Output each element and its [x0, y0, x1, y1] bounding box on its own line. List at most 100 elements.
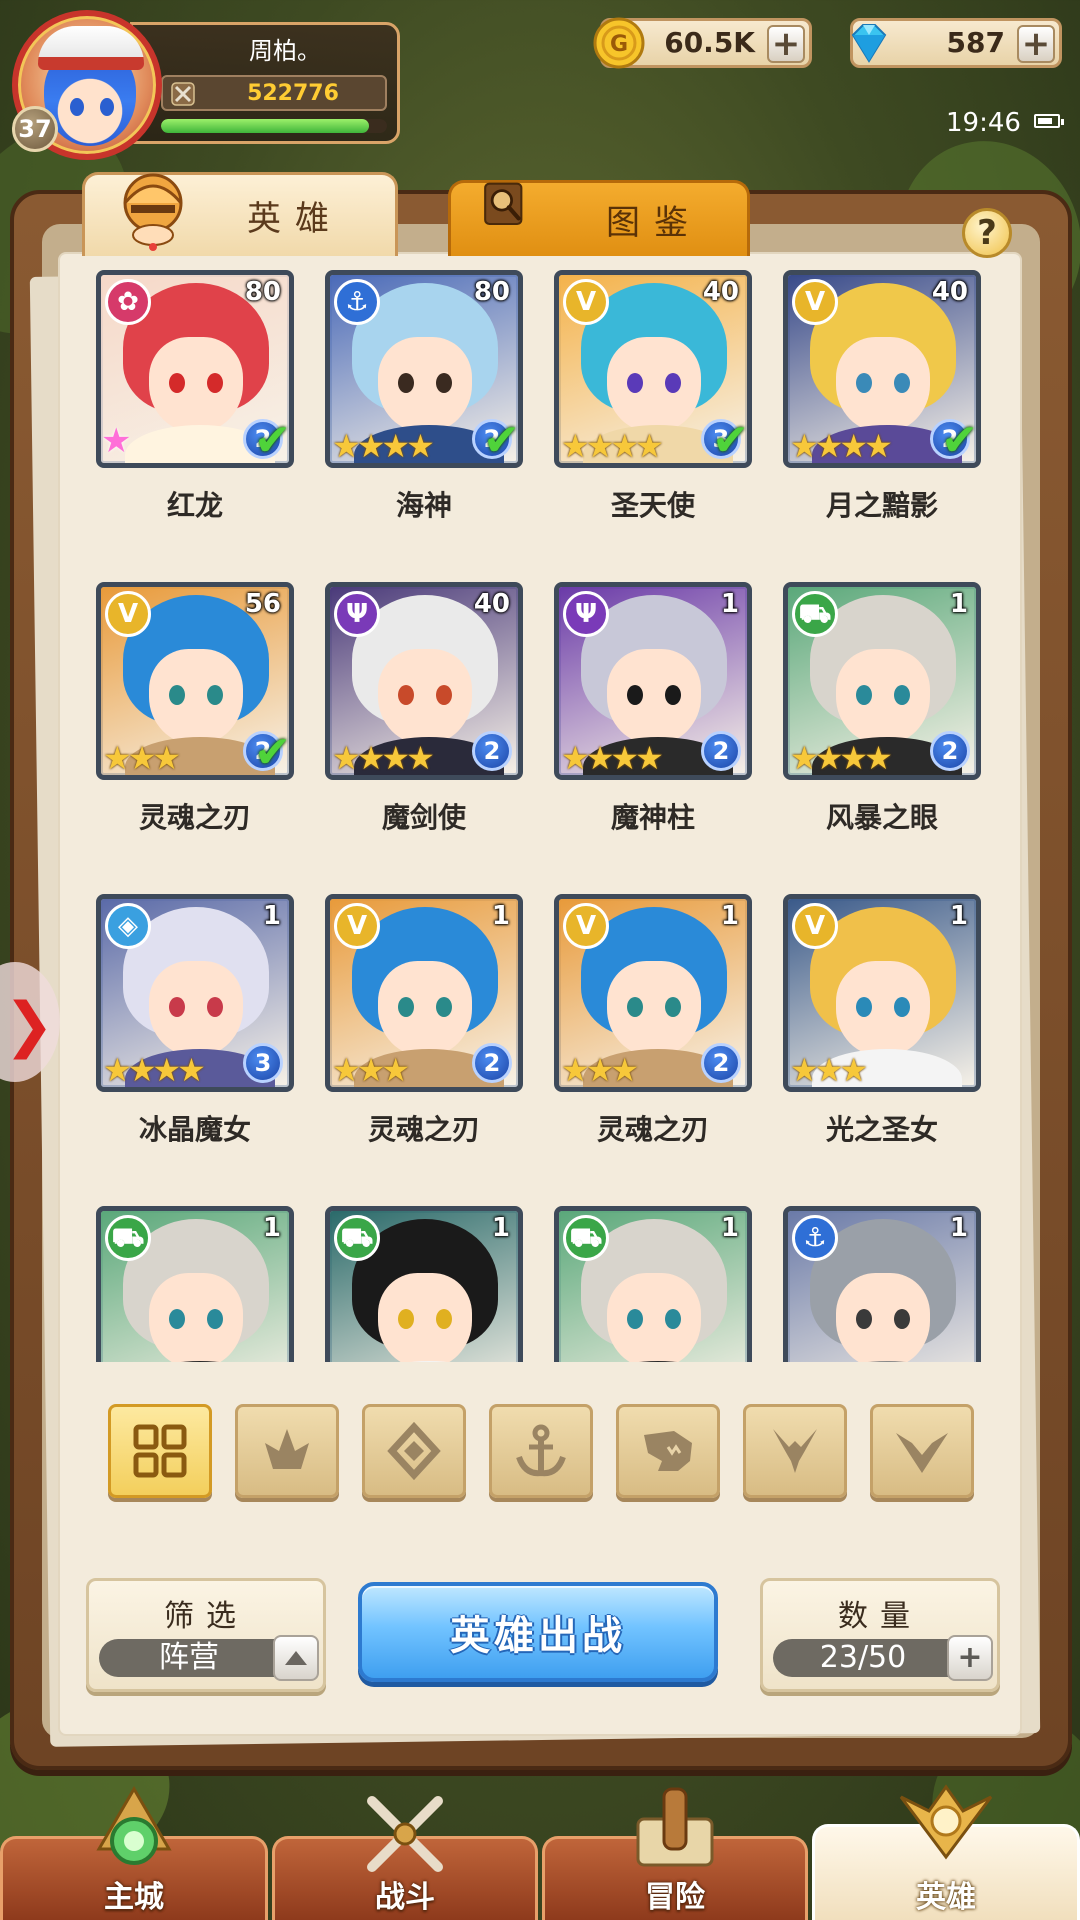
demon-faction-icon: [773, 1429, 817, 1473]
nav-battle-label: 战斗: [375, 1880, 435, 1915]
deployed-check-icon: ✔: [254, 415, 291, 466]
filter-dropdown[interactable]: 阵营: [99, 1635, 319, 1681]
nav-heroes-label: 英雄: [916, 1880, 976, 1915]
hero-card[interactable]: V 1 ★★★ 2 灵魂之刃: [554, 894, 752, 1194]
hero-name: 冰晶魔女: [138, 1113, 251, 1146]
filter-title: 筛选: [164, 1599, 248, 1634]
wing-faction-icon: V: [792, 903, 838, 949]
hero-eye: [436, 1309, 452, 1329]
hero-rank-badge: 2: [701, 1043, 741, 1083]
add-gold-button[interactable]: +: [767, 25, 805, 63]
hero-card[interactable]: ⛟ 1 ★★★★ 2 风暴之眼: [783, 582, 981, 882]
hero-eye: [398, 1309, 414, 1329]
hero-card[interactable]: ⚓ 1: [783, 1206, 981, 1362]
hero-face: [378, 961, 472, 1057]
nav-adventure[interactable]: 冒险: [542, 1787, 808, 1920]
hero-card[interactable]: ⛟ 1: [96, 1206, 294, 1362]
add-diamond-button[interactable]: +: [1017, 25, 1055, 63]
hero-star-rating: ★★★★: [561, 427, 664, 465]
hero-card[interactable]: ⚓ 80 ★★★★ 2 ✔ 海神: [325, 270, 523, 570]
filter-dragon-button[interactable]: [235, 1404, 339, 1498]
hero-count-bar: 23/50 +: [773, 1635, 993, 1681]
hero-eye: [169, 1309, 185, 1329]
player-name: 周柏。: [249, 37, 321, 65]
hero-portrait: ⛟ 1: [554, 1206, 752, 1362]
hero-name: 风暴之眼: [825, 801, 938, 834]
hero-name: 灵魂之刃: [596, 1113, 709, 1146]
hero-level: 1: [720, 1213, 739, 1243]
hero-rank-badge: 2: [930, 731, 970, 771]
hero-portrait: ⚓ 80 ★★★★ 2 ✔: [325, 270, 523, 468]
beast-faction-icon: ⛟: [792, 591, 838, 637]
expand-slots-button[interactable]: +: [947, 1635, 993, 1681]
hero-card[interactable]: V 56 ★★★ 2 ✔ 灵魂之刃: [96, 582, 294, 882]
tab-heroes-label: 英雄: [247, 199, 343, 239]
hero-card[interactable]: Ψ 1 ★★★★ 2 魔神柱: [554, 582, 752, 882]
nav-main-city[interactable]: 主城: [0, 1786, 268, 1920]
nav-heroes[interactable]: 英雄: [812, 1784, 1080, 1920]
diamond-amount: 587: [946, 26, 1005, 59]
hero-face: [607, 649, 701, 745]
hero-count-value: 23/50: [819, 1640, 907, 1675]
hero-card[interactable]: V 1 ★★★ 光之圣女: [783, 894, 981, 1194]
hero-card[interactable]: Ψ 40 ★★★★ 2 魔剑使: [325, 582, 523, 882]
filter-all-button[interactable]: [108, 1404, 212, 1498]
filter-expand-button[interactable]: [273, 1635, 319, 1681]
avatar-eye: [70, 98, 84, 116]
dragon-faction-icon: [265, 1429, 309, 1469]
hero-level: 40: [931, 277, 968, 307]
filter-anchor-button[interactable]: [489, 1404, 593, 1498]
tab-codex[interactable]: 图鉴: [448, 180, 750, 256]
hero-card[interactable]: V 1 ★★★ 2 灵魂之刃: [325, 894, 523, 1194]
hero-level: 80: [244, 277, 281, 307]
hero-rank-badge: 2: [472, 1043, 512, 1083]
deploy-heroes-button[interactable]: 英雄出战: [358, 1582, 718, 1682]
hero-level: 1: [262, 901, 281, 931]
nav-adventure-label: 冒险: [645, 1880, 705, 1915]
hero-rank-badge: 3: [243, 1043, 283, 1083]
nav-battle[interactable]: 战斗: [272, 1796, 538, 1920]
hero-portrait: V 56 ★★★ 2 ✔: [96, 582, 294, 780]
player-info-panel: 周柏。 522776: [130, 22, 400, 144]
hero-portrait: V 1 ★★★ 2: [554, 894, 752, 1092]
player-level-badge: 37: [12, 106, 58, 152]
gold-coin-icon: G: [593, 17, 645, 69]
hero-card[interactable]: V 40 ★★★★ 2 ✔ 月之黯影: [783, 270, 981, 570]
tab-heroes[interactable]: 英雄: [82, 172, 398, 256]
hero-eye: [856, 1309, 872, 1329]
avatar-eye: [100, 98, 114, 116]
hero-level: 40: [702, 277, 739, 307]
hero-card[interactable]: ⛟ 1: [325, 1206, 523, 1362]
hero-face: [607, 337, 701, 433]
hero-star-rating: ★★★: [332, 1051, 410, 1089]
hero-face: [378, 649, 472, 745]
deployed-check-icon: ✔: [712, 415, 749, 466]
hero-face: [607, 961, 701, 1057]
filter-control: 筛选 阵营: [86, 1578, 326, 1692]
hero-card[interactable]: ✿ 80 ★ 2 ✔ 红龙: [96, 270, 294, 570]
demon-faction-icon: Ψ: [334, 591, 380, 637]
hero-name: 海神: [395, 489, 452, 522]
hero-card[interactable]: ⛟ 1: [554, 1206, 752, 1362]
hero-eye: [665, 1309, 681, 1329]
count-title: 数量: [838, 1599, 922, 1634]
filter-beast-button[interactable]: [616, 1404, 720, 1498]
diamond-icon: [851, 24, 887, 63]
hero-portrait: V 40 ★★★★ 3 ✔: [554, 270, 752, 468]
filter-demon-button[interactable]: [743, 1404, 847, 1498]
crystal-faction-icon: ◈: [105, 903, 151, 949]
filter-crystal-button[interactable]: [362, 1404, 466, 1498]
hero-eye: [436, 997, 452, 1017]
hero-eye: [169, 685, 185, 705]
hero-face: [836, 337, 930, 433]
help-button[interactable]: ?: [962, 208, 1012, 258]
filter-wing-button[interactable]: [870, 1404, 974, 1498]
hero-card[interactable]: ◈ 1 ★★★★ 3 冰晶魔女: [96, 894, 294, 1194]
nav-main-city-label: 主城: [104, 1880, 164, 1915]
anchor-faction-icon: ⚓: [334, 279, 380, 325]
hero-level: 1: [262, 1213, 281, 1243]
hero-eye: [207, 997, 223, 1017]
combat-power-box: 522776: [161, 75, 387, 111]
hero-card[interactable]: V 40 ★★★★ 3 ✔ 圣天使: [554, 270, 752, 570]
hero-star-rating: ★★★: [103, 739, 181, 777]
